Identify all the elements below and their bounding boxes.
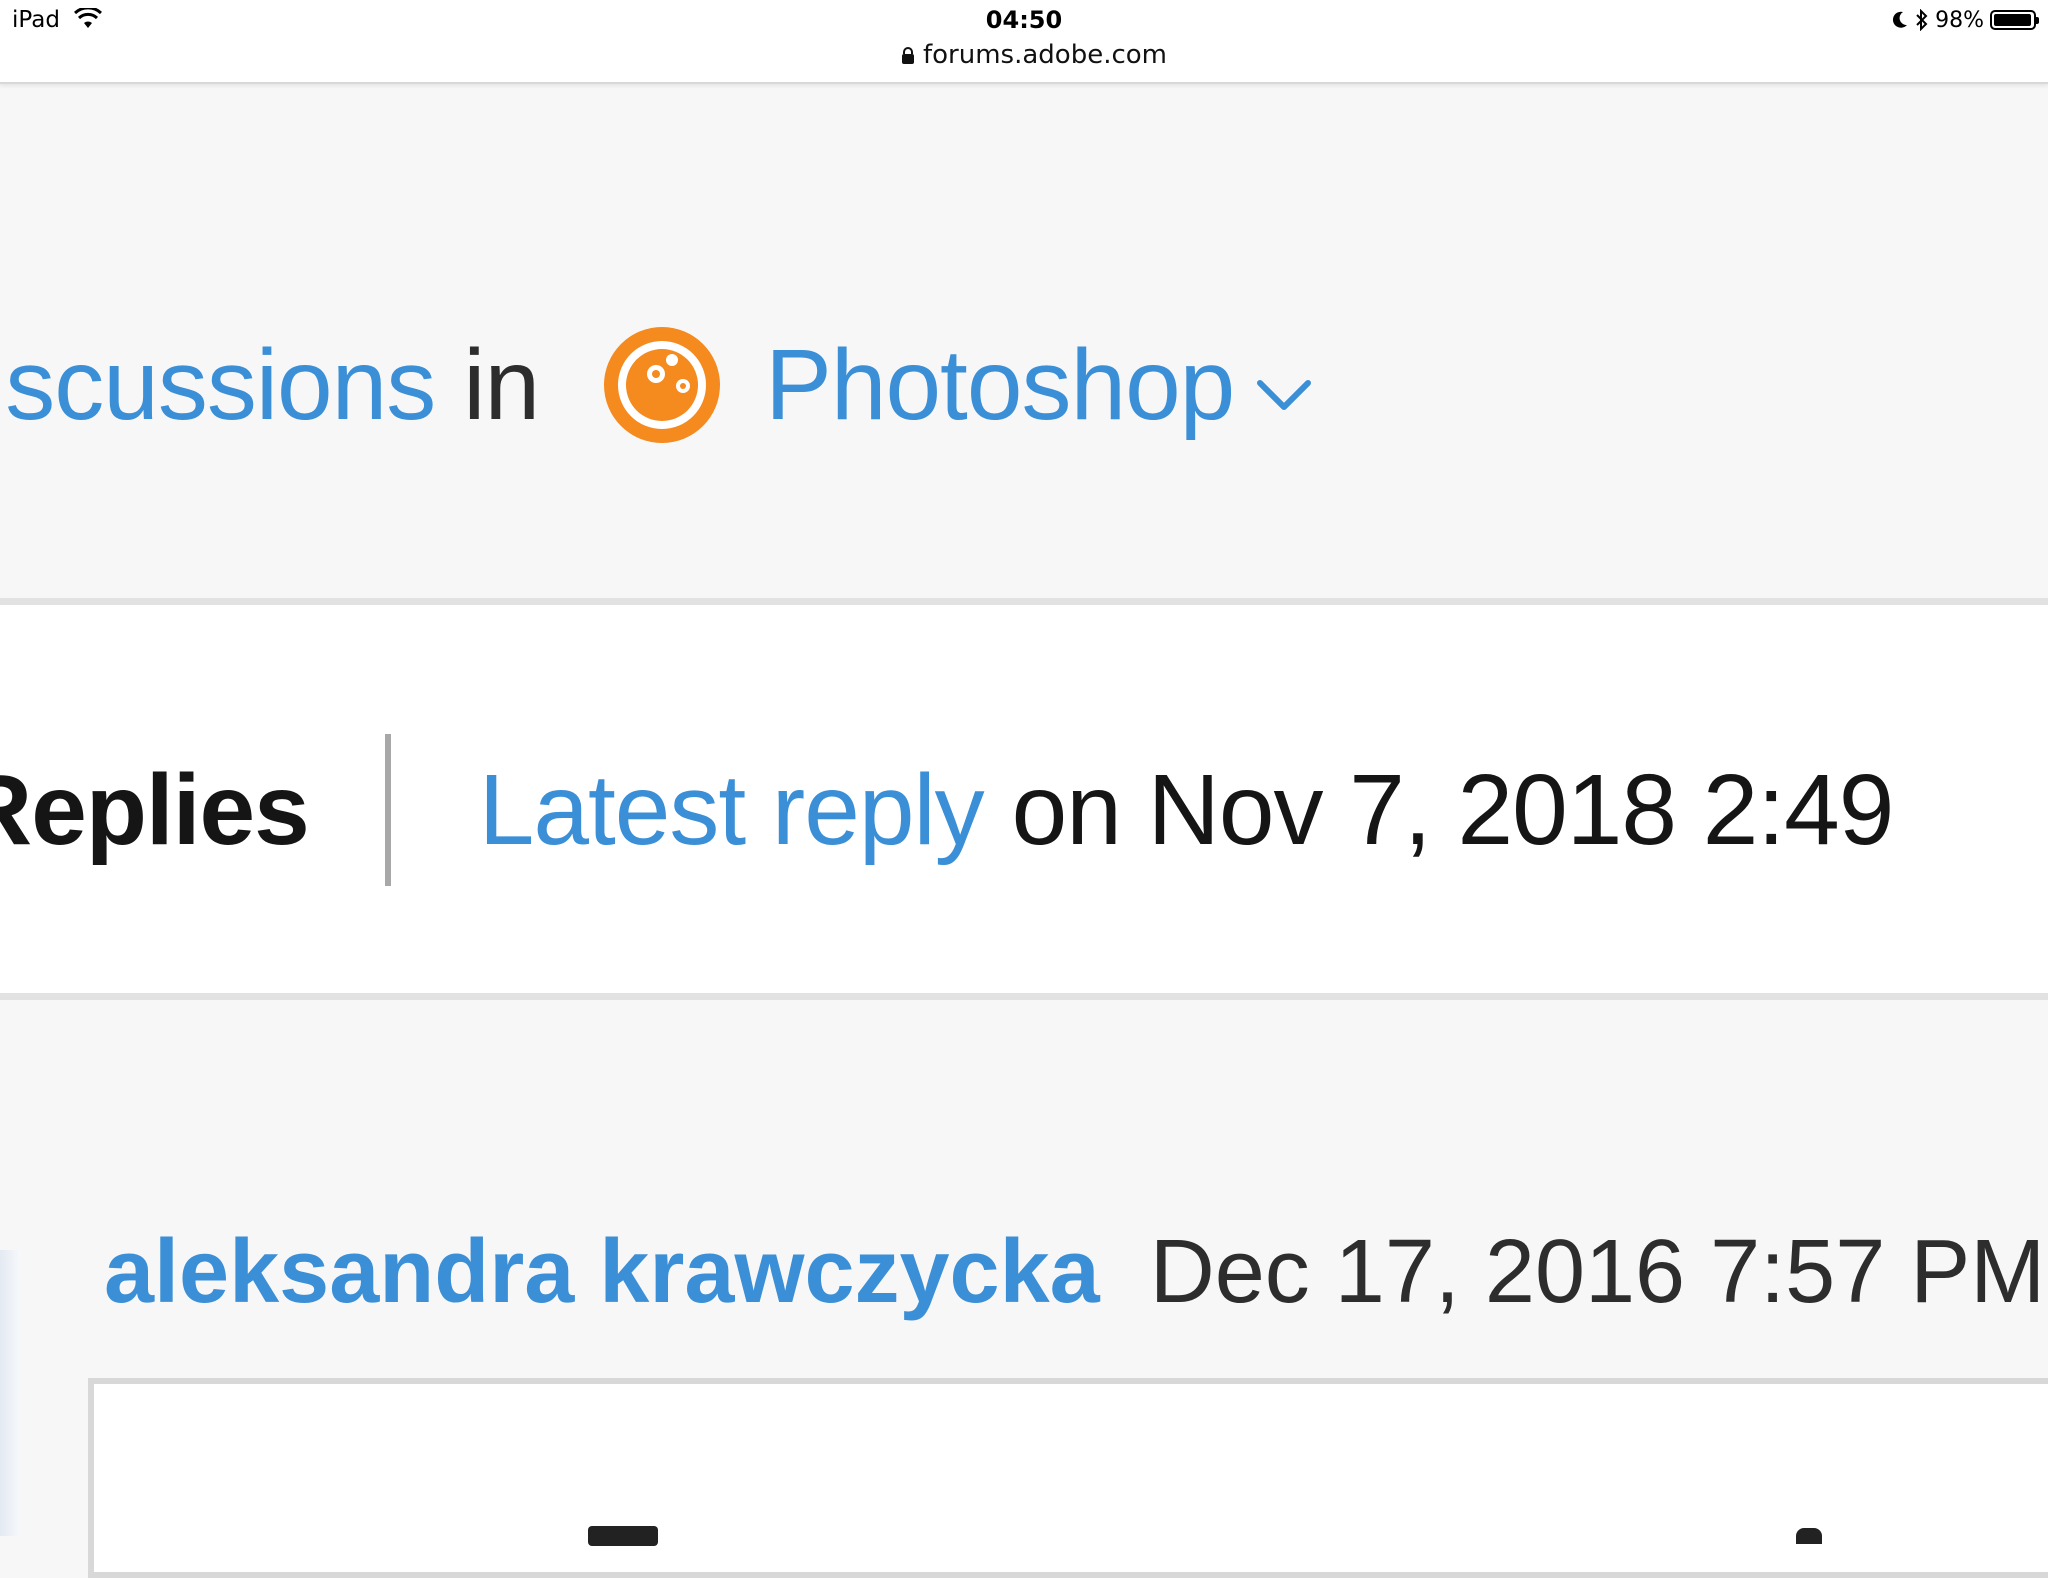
battery-level-fill	[1994, 14, 2032, 26]
latest-reply-link[interactable]: Latest reply	[479, 753, 985, 868]
author-link[interactable]: aleksandra krawczycka	[104, 1221, 1100, 1324]
thread-meta: Replies Latest reply on Nov 7, 2018 2:49	[0, 734, 1895, 886]
status-indicators: 98%	[1891, 6, 2039, 34]
section-divider	[0, 598, 2048, 605]
replies-label: Replies	[0, 753, 310, 866]
lock-icon	[901, 47, 914, 64]
section-divider	[0, 993, 2048, 1000]
reply-header: aleksandra krawczycka Dec 17, 2016 7:57 …	[104, 1212, 2045, 1332]
url-text: forums.adobe.com	[922, 40, 1167, 70]
address-bar[interactable]: forums.adobe.com	[0, 40, 2048, 70]
content-glyph-fragment	[588, 1526, 658, 1546]
reply-date: Dec 17, 2016 7:57 PM	[1149, 1221, 2046, 1322]
photoshop-link[interactable]: Photoshop	[765, 328, 1235, 443]
moon-icon	[1893, 11, 1908, 28]
battery-icon	[1990, 10, 2039, 30]
content-glyph-fragment	[1796, 1528, 1822, 1544]
latest-reply-date: on Nov 7, 2018 2:49	[1011, 753, 1895, 866]
place-breadcrumb: iscussions in Photoshop	[0, 320, 1314, 450]
status-bar: iPad 04:50 forums.adobe.com 98%	[0, 0, 2048, 84]
meta-divider	[384, 734, 391, 886]
left-edge-panel	[0, 1250, 20, 1536]
clock: 04:50	[985, 6, 1063, 34]
place-connector: in	[463, 328, 540, 441]
reply-content-box	[88, 1378, 2048, 1578]
discussions-link[interactable]: iscussions	[0, 328, 436, 443]
chevron-down-icon[interactable]	[1254, 375, 1314, 415]
photoshop-orange-icon[interactable]	[601, 324, 723, 446]
battery-percent: 98%	[1935, 7, 1984, 33]
bluetooth-icon	[1916, 9, 1928, 31]
thread-meta-band: Replies Latest reply on Nov 7, 2018 2:49	[0, 605, 2048, 993]
